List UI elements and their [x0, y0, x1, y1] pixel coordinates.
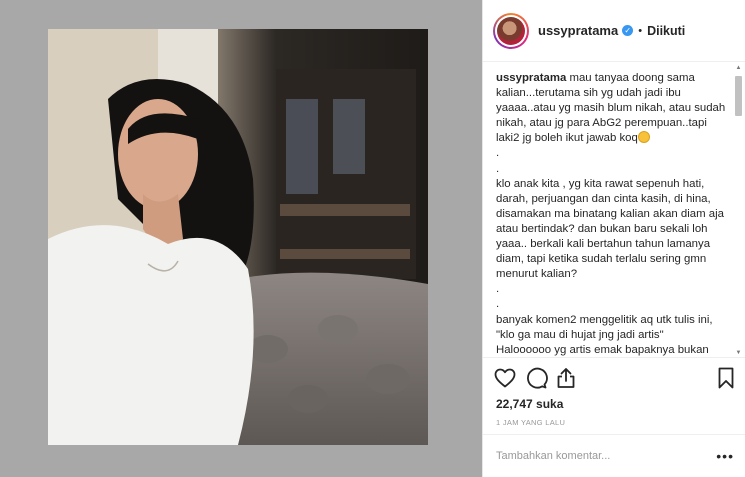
scroll-down-arrow-icon[interactable]: ▼	[734, 349, 743, 358]
caption-line: Haloooooo yg artis emak bapaknya bukan	[496, 343, 709, 356]
share-icon[interactable]	[554, 366, 578, 390]
caption: ussypratama mau tanyaa doong sama kalian…	[496, 71, 728, 357]
heart-icon[interactable]	[493, 366, 517, 390]
caption-owner[interactable]: ussypratama	[496, 72, 566, 84]
caption-line: banyak komen2 menggelitik aq utk tulis i…	[496, 313, 713, 326]
photo-panel	[0, 0, 482, 477]
scroll-thumb[interactable]	[735, 76, 742, 116]
post-photo-image	[48, 29, 428, 445]
caption-dot: .	[496, 283, 500, 296]
header-username[interactable]: ussypratama	[538, 23, 618, 38]
caption-dot: .	[496, 298, 500, 311]
more-options-icon[interactable]: •••	[714, 448, 734, 464]
comment-icon[interactable]	[524, 366, 548, 390]
comment-input[interactable]	[496, 450, 714, 462]
caption-paragraph: klo anak kita , yg kita rawat sepenuh ha…	[496, 177, 724, 281]
action-bar	[493, 366, 738, 392]
smile-emoji-icon	[637, 131, 650, 144]
caption-dot: .	[496, 162, 500, 175]
bookmark-icon[interactable]	[714, 366, 738, 390]
caption-dot: .	[496, 147, 500, 160]
likes-count[interactable]: 22,747 suka	[496, 397, 563, 411]
caption-area[interactable]: ussypratama mau tanyaa doong sama kalian…	[483, 63, 745, 358]
avatar[interactable]	[493, 12, 529, 49]
comment-box: •••	[483, 434, 745, 477]
caption-scrollbar[interactable]: ▲ ▼	[734, 64, 743, 358]
post-timestamp[interactable]: 1 JAM YANG LALU	[496, 418, 565, 427]
follow-status-button[interactable]: Diikuti	[647, 24, 685, 38]
verified-badge-icon: ✓	[622, 25, 634, 36]
scroll-up-arrow-icon[interactable]: ▲	[734, 64, 743, 73]
post-sidebar: ussypratama ✓ • Diikuti ussypratama mau …	[482, 0, 745, 477]
post-header: ussypratama ✓ • Diikuti	[483, 0, 745, 62]
post-photo[interactable]	[48, 29, 428, 445]
caption-line: "klo ga mau di hujat jng jadi artis"	[496, 328, 664, 341]
header-separator: •	[638, 24, 643, 37]
